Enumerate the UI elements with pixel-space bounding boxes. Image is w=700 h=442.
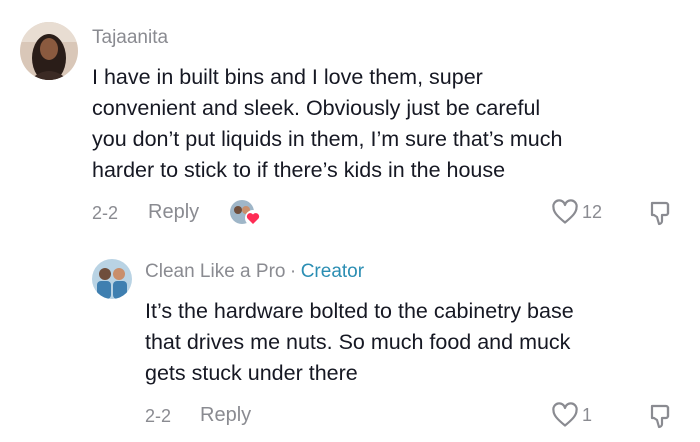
avatar-image — [20, 22, 78, 80]
comment-text-line: harder to stick to if there’s kids in th… — [92, 158, 506, 182]
like-count: 1 — [582, 405, 593, 425]
comment-text-line: gets stuck under there — [145, 361, 358, 385]
comment-header: Clean Like a Pro · Creator — [145, 261, 364, 283]
heart-badge-icon — [245, 210, 261, 226]
creator-badge: Creator — [300, 261, 365, 282]
dislike-button[interactable] — [646, 199, 674, 227]
comment-text-line: convenient and sleek. Obviously just be … — [92, 96, 541, 120]
comment-text: It’s the hardware bolted to the cabinetr… — [145, 296, 685, 389]
comment-date: 2-2 — [145, 406, 172, 426]
comment-date: 2-2 — [92, 203, 119, 223]
avatar-clean-like-a-pro[interactable] — [92, 259, 132, 299]
reply-button[interactable]: Reply — [200, 404, 251, 427]
reply-button[interactable]: Reply — [148, 201, 199, 224]
avatar-tajaanita[interactable] — [20, 22, 78, 80]
thumbs-down-icon — [650, 404, 670, 429]
comment-text-line: you don’t put liquids in them, I’m sure … — [92, 127, 563, 151]
avatar-image — [92, 259, 132, 299]
dislike-button[interactable] — [646, 402, 674, 430]
comment-text-line: that drives me nuts. So much food and mu… — [145, 330, 571, 354]
comment-text-line: I have in built bins and I love them, su… — [92, 65, 483, 89]
separator-dot: · — [289, 261, 297, 282]
comment-text-line: It’s the hardware bolted to the cabinetr… — [145, 299, 574, 323]
heart-outline-icon — [552, 199, 578, 224]
thumbs-down-icon — [650, 201, 670, 226]
comment-username[interactable]: Clean Like a Pro — [145, 261, 285, 282]
comment-text: I have in built bins and I love them, su… — [92, 62, 682, 186]
like-count: 12 — [582, 202, 603, 222]
comment-username[interactable]: Tajaanita — [92, 27, 168, 49]
creator-liked-indicator — [229, 198, 263, 228]
heart-outline-icon — [552, 402, 578, 427]
